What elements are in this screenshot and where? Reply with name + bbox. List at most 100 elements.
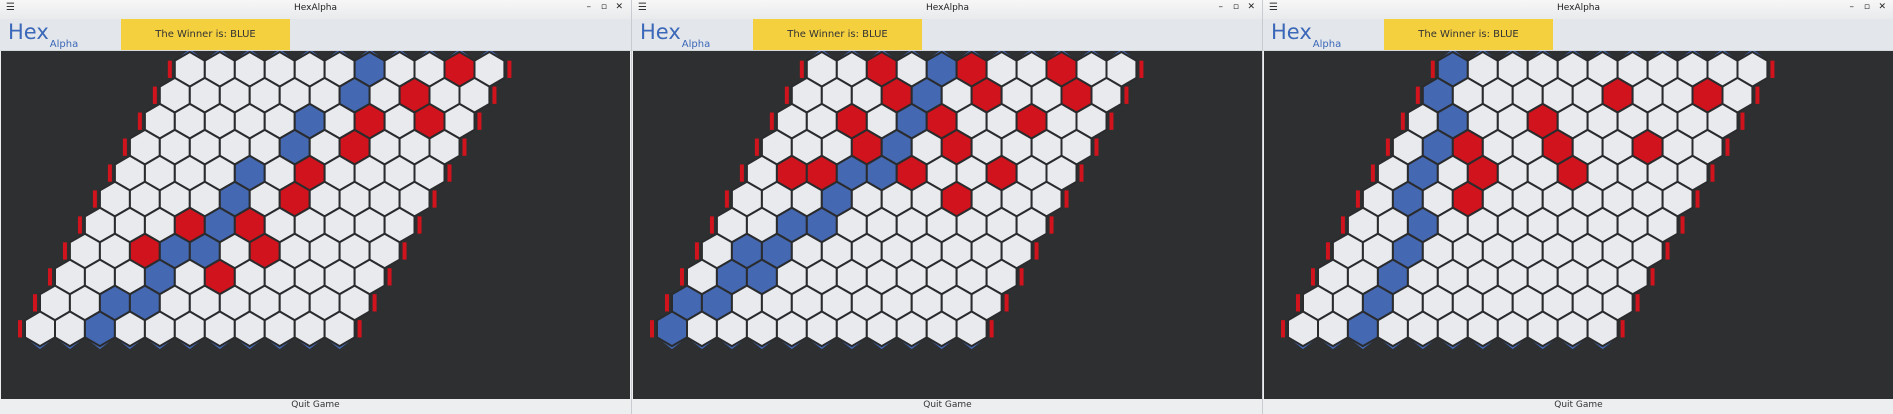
minimize-icon[interactable]: – — [1850, 2, 1855, 12]
empty-hex-cell[interactable] — [805, 310, 838, 348]
red-edge-mark — [1109, 112, 1114, 130]
winner-text: The Winner is: BLUE — [787, 29, 888, 40]
empty-hex-cell[interactable] — [955, 310, 988, 348]
red-edge-mark — [1650, 268, 1655, 286]
empty-hex-cell[interactable] — [24, 310, 56, 348]
maximize-icon[interactable]: ▫ — [1233, 2, 1239, 12]
blue-hex-cell[interactable] — [83, 310, 116, 348]
empty-hex-cell[interactable] — [715, 310, 748, 348]
empty-hex-cell[interactable] — [1287, 310, 1319, 348]
title-bar: ☰ HexAlpha – ▫ ✕ — [632, 0, 1263, 20]
empty-hex-cell[interactable] — [1586, 310, 1619, 348]
red-edge-mark — [107, 164, 112, 182]
empty-hex-cell[interactable] — [745, 310, 778, 348]
red-edge-mark — [1680, 216, 1685, 234]
red-edge-mark — [1004, 294, 1009, 312]
red-edge-mark — [1725, 138, 1730, 156]
title-bar: ☰ HexAlpha – ▫ ✕ — [0, 0, 631, 20]
quit-game-button[interactable]: Quit Game — [0, 400, 631, 410]
red-edge-mark — [387, 268, 392, 286]
empty-hex-cell[interactable] — [173, 310, 206, 348]
red-edge-mark — [1415, 86, 1420, 104]
red-edge-mark — [492, 86, 497, 104]
empty-hex-cell[interactable] — [293, 310, 326, 348]
red-edge-mark — [1064, 190, 1069, 208]
red-edge-mark — [1310, 268, 1315, 286]
empty-hex-cell[interactable] — [323, 310, 356, 348]
minimize-icon[interactable]: – — [587, 2, 592, 12]
window-title: HexAlpha — [925, 3, 970, 13]
red-edge-mark — [1079, 164, 1084, 182]
empty-hex-cell[interactable] — [203, 310, 236, 348]
red-edge-mark — [1281, 320, 1285, 338]
red-edge-mark — [694, 242, 699, 260]
red-edge-mark — [152, 86, 157, 104]
empty-hex-cell[interactable] — [686, 310, 718, 348]
window-title: HexAlpha — [293, 3, 338, 13]
red-edge-mark — [402, 242, 407, 260]
empty-hex-cell[interactable] — [835, 310, 868, 348]
close-icon[interactable]: ✕ — [1247, 2, 1255, 12]
winner-text: The Winner is: BLUE — [155, 29, 256, 40]
window-title: HexAlpha — [1556, 3, 1601, 13]
empty-hex-cell[interactable] — [1556, 310, 1589, 348]
maximize-icon[interactable]: ▫ — [1864, 2, 1870, 12]
empty-hex-cell[interactable] — [1376, 310, 1409, 348]
empty-hex-cell[interactable] — [1317, 310, 1349, 348]
red-edge-mark — [1710, 164, 1715, 182]
hex-board — [1281, 51, 1775, 350]
close-icon[interactable]: ✕ — [1878, 2, 1886, 12]
empty-hex-cell[interactable] — [263, 310, 296, 348]
quit-game-button[interactable]: Quit Game — [1263, 400, 1893, 410]
empty-hex-cell[interactable] — [54, 310, 86, 348]
red-edge-mark — [799, 60, 804, 78]
empty-hex-cell[interactable] — [775, 310, 808, 348]
empty-hex-cell[interactable] — [1406, 310, 1439, 348]
empty-hex-cell[interactable] — [113, 310, 146, 348]
red-edge-mark — [1620, 320, 1625, 338]
red-edge-mark — [1325, 242, 1330, 260]
red-edge-mark — [1340, 216, 1345, 234]
game-header: HexAlpha The Winner is: BLUE — [0, 19, 631, 51]
red-edge-mark — [1049, 216, 1054, 234]
red-edge-mark — [18, 320, 22, 338]
app-logo: HexAlpha — [8, 20, 79, 50]
hex-board-area — [633, 51, 1262, 399]
red-edge-mark — [1295, 294, 1300, 312]
red-edge-mark — [77, 216, 82, 234]
empty-hex-cell[interactable] — [925, 310, 958, 348]
empty-hex-cell[interactable] — [1526, 310, 1559, 348]
empty-hex-cell[interactable] — [1496, 310, 1529, 348]
empty-hex-cell[interactable] — [1436, 310, 1469, 348]
app-windows: ☰ HexAlpha – ▫ ✕ HexAlpha The Winner is:… — [0, 0, 1893, 414]
empty-hex-cell[interactable] — [1466, 310, 1499, 348]
red-edge-mark — [724, 190, 729, 208]
red-edge-mark — [507, 60, 512, 78]
minimize-icon[interactable]: – — [1219, 2, 1224, 12]
quit-game-button[interactable]: Quit Game — [632, 400, 1263, 410]
app-logo: HexAlpha — [640, 20, 711, 50]
red-edge-mark — [47, 268, 52, 286]
red-edge-mark — [1355, 190, 1360, 208]
empty-hex-cell[interactable] — [895, 310, 928, 348]
red-edge-mark — [357, 320, 362, 338]
red-edge-mark — [62, 242, 67, 260]
red-edge-mark — [432, 190, 437, 208]
empty-hex-cell[interactable] — [143, 310, 176, 348]
maximize-icon[interactable]: ▫ — [601, 2, 607, 12]
red-edge-mark — [784, 86, 789, 104]
red-edge-mark — [122, 138, 127, 156]
winner-banner: The Winner is: BLUE — [1384, 19, 1553, 50]
red-edge-mark — [1665, 242, 1670, 260]
red-edge-mark — [137, 112, 142, 130]
game-window-2: ☰ HexAlpha – ▫ ✕ HexAlpha The Winner is:… — [631, 0, 1263, 414]
game-window-3: ☰ HexAlpha – ▫ ✕ HexAlpha The Winner is:… — [1262, 0, 1893, 414]
close-icon[interactable]: ✕ — [615, 2, 623, 12]
red-edge-mark — [1430, 60, 1435, 78]
red-edge-mark — [739, 164, 744, 182]
blue-hex-cell[interactable] — [1346, 310, 1379, 348]
red-edge-mark — [1370, 164, 1375, 182]
empty-hex-cell[interactable] — [233, 310, 266, 348]
empty-hex-cell[interactable] — [865, 310, 898, 348]
blue-hex-cell[interactable] — [656, 310, 688, 348]
